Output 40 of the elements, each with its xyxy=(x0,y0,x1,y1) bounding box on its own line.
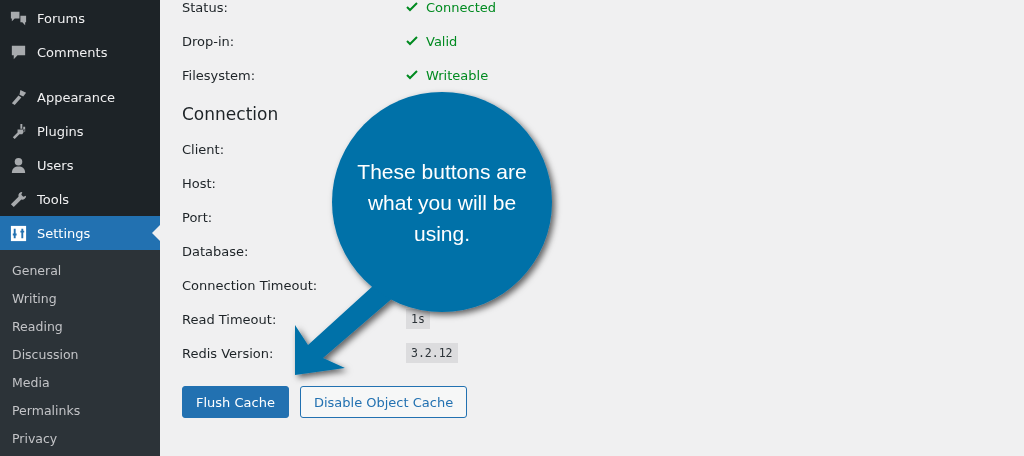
field-label: Database: xyxy=(182,243,250,259)
submenu-item[interactable]: Media xyxy=(0,369,160,397)
submenu-item[interactable]: General xyxy=(0,257,160,285)
status-value: Writeable xyxy=(426,67,489,83)
menu-item[interactable]: Settings xyxy=(0,216,160,250)
flush-cache-button[interactable]: Flush Cache xyxy=(182,386,289,418)
status-value: Valid xyxy=(426,33,458,49)
submenu-item[interactable]: Permalinks xyxy=(0,397,160,425)
field-label: Host: xyxy=(182,175,217,191)
menu-icon xyxy=(9,155,28,175)
menu-icon xyxy=(9,223,28,243)
field-label: Client: xyxy=(182,141,225,157)
submenu-item[interactable]: Privacy xyxy=(0,425,160,453)
menu-item[interactable]: Users xyxy=(0,148,160,182)
check-icon xyxy=(406,1,418,13)
menu-item[interactable]: Forums xyxy=(0,1,160,35)
menu-item[interactable]: Appearance xyxy=(0,80,160,114)
disable-cache-button[interactable]: Disable Object Cache xyxy=(299,386,468,418)
callout-text: These buttons are what you will be using. xyxy=(356,159,528,247)
menu-item[interactable]: Tools xyxy=(0,182,160,216)
field-label: Connection Timeout: xyxy=(182,277,319,293)
value-code: 1s xyxy=(406,309,430,329)
menu-icon xyxy=(9,189,28,209)
status-value: Connected xyxy=(426,0,496,15)
check-icon xyxy=(406,35,418,47)
submenu-item[interactable]: Discussion xyxy=(0,341,160,369)
menu-item[interactable]: Plugins xyxy=(0,114,160,148)
field-label: Read Timeout: xyxy=(182,311,278,327)
menu-item[interactable]: Comments xyxy=(0,35,160,69)
field-label: Status: xyxy=(182,0,229,15)
field-label: Drop-in: xyxy=(182,33,236,49)
check-icon xyxy=(406,69,418,81)
value-code: 3.2.12 xyxy=(406,343,458,363)
submenu-item[interactable]: Reading xyxy=(0,313,160,341)
submenu-item[interactable]: Writing xyxy=(0,285,160,313)
section-heading: Connection xyxy=(182,104,280,124)
menu-icon xyxy=(9,87,28,107)
field-label: Port: xyxy=(182,209,214,225)
field-label: Redis Version: xyxy=(182,345,275,361)
field-label: Filesystem: xyxy=(182,67,257,83)
